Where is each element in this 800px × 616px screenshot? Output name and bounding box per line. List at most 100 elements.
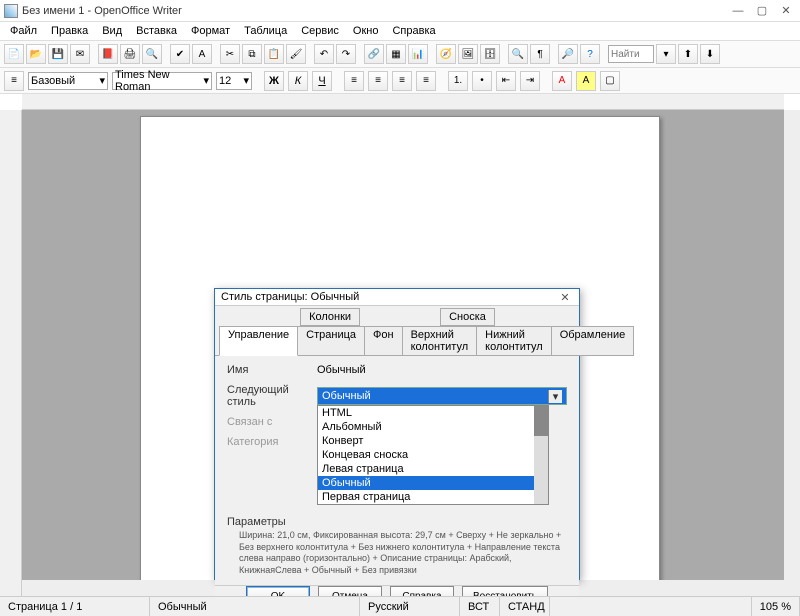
underline-button[interactable]: Ч — [312, 71, 332, 91]
paste-button[interactable]: 📋 — [264, 44, 284, 64]
datasource-button[interactable]: 🗄 — [480, 44, 500, 64]
dialog-body: Имя Обычный Следующий стиль Обычный ▾ HT… — [215, 355, 579, 585]
link-button[interactable]: 🔗 — [364, 44, 384, 64]
copy-button[interactable]: ⧉ — [242, 44, 262, 64]
spellcheck-button[interactable]: ✔ — [170, 44, 190, 64]
email-button[interactable]: ✉ — [70, 44, 90, 64]
cut-button[interactable]: ✂ — [220, 44, 240, 64]
status-language[interactable]: Русский — [360, 597, 460, 616]
dialog-titlebar[interactable]: Стиль страницы: Обычный ✕ — [215, 289, 579, 306]
linked-with-label: Связан с — [227, 416, 317, 428]
option-landscape[interactable]: Альбомный — [318, 420, 548, 434]
dialog-buttons: OK Отмена Справка Восстановить — [215, 585, 579, 596]
search-input[interactable] — [608, 45, 654, 63]
gallery-button[interactable]: 🖼 — [458, 44, 478, 64]
print-button[interactable]: 🖨 — [120, 44, 140, 64]
menu-help[interactable]: Справка — [386, 24, 441, 38]
highlight-button[interactable]: A — [576, 71, 596, 91]
page-style-dialog: Стиль страницы: Обычный ✕ Колонки Сноска… — [214, 288, 580, 580]
chart-button[interactable]: 📊 — [408, 44, 428, 64]
cancel-button[interactable]: Отмена — [318, 586, 382, 596]
paragraph-style-combo[interactable]: Базовый▾ — [28, 72, 108, 90]
table-button[interactable]: ▦ — [386, 44, 406, 64]
size-combo[interactable]: 12▾ — [216, 72, 252, 90]
tab-border[interactable]: Обрамление — [551, 326, 635, 356]
reset-button[interactable]: Восстановить — [462, 586, 548, 596]
status-insert[interactable]: ВСТ — [460, 597, 500, 616]
dropdown-scrollbar[interactable] — [534, 406, 548, 504]
preview-button[interactable]: 🔍 — [142, 44, 162, 64]
undo-button[interactable]: ↶ — [314, 44, 334, 64]
dialog-close-button[interactable]: ✕ — [557, 289, 573, 305]
styles-button[interactable]: ≡ — [4, 71, 24, 91]
option-left-page[interactable]: Левая страница — [318, 462, 548, 476]
vertical-scrollbar[interactable] — [784, 110, 800, 596]
autocheck-button[interactable]: A — [192, 44, 212, 64]
help-button[interactable]: ? — [580, 44, 600, 64]
decrease-indent-button[interactable]: ⇤ — [496, 71, 516, 91]
maximize-button[interactable]: ▢ — [756, 5, 768, 17]
search-go-button[interactable]: ▾ — [656, 44, 676, 64]
ok-button[interactable]: OK — [246, 586, 310, 596]
workarea: Good-Surf.ru Стиль страницы: Обычный ✕ К… — [0, 110, 800, 596]
name-value: Обычный — [317, 364, 567, 376]
open-button[interactable]: 📂 — [26, 44, 46, 64]
nonprint-button[interactable]: ¶ — [530, 44, 550, 64]
window-title: Без имени 1 - OpenOffice Writer — [22, 5, 732, 17]
search-down-button[interactable]: ⬇ — [700, 44, 720, 64]
font-color-button[interactable]: A — [552, 71, 572, 91]
numbered-list-button[interactable]: 1. — [448, 71, 468, 91]
minimize-button[interactable]: — — [732, 5, 744, 17]
status-mode[interactable]: СТАНД — [500, 597, 550, 616]
menu-format[interactable]: Формат — [185, 24, 236, 38]
option-default[interactable]: Обычный — [318, 476, 548, 490]
new-button[interactable]: 📄 — [4, 44, 24, 64]
chevron-down-icon: ▾ — [548, 390, 562, 403]
align-justify-button[interactable]: ≡ — [416, 71, 436, 91]
redo-button[interactable]: ↷ — [336, 44, 356, 64]
status-style[interactable]: Обычный — [150, 597, 360, 616]
dialog-title: Стиль страницы: Обычный — [221, 291, 557, 303]
option-html[interactable]: HTML — [318, 406, 548, 420]
font-combo[interactable]: Times New Roman▾ — [112, 72, 212, 90]
option-envelope[interactable]: Конверт — [318, 434, 548, 448]
navigator-button[interactable]: 🧭 — [436, 44, 456, 64]
bold-button[interactable]: Ж — [264, 71, 284, 91]
bulleted-list-button[interactable]: • — [472, 71, 492, 91]
toolbar-formatting: ≡ Базовый▾ Times New Roman▾ 12▾ Ж К Ч ≡ … — [0, 68, 800, 94]
menu-window[interactable]: Окно — [347, 24, 385, 38]
tab-page[interactable]: Страница — [297, 326, 365, 356]
menu-tools[interactable]: Сервис — [295, 24, 345, 38]
find-button[interactable]: 🔍 — [508, 44, 528, 64]
align-left-button[interactable]: ≡ — [344, 71, 364, 91]
status-zoom[interactable]: 105 % — [752, 597, 800, 616]
close-button[interactable]: ✕ — [780, 5, 792, 17]
search-up-button[interactable]: ⬆ — [678, 44, 698, 64]
tab-columns[interactable]: Колонки — [300, 308, 360, 326]
tab-organizer[interactable]: Управление — [219, 326, 298, 356]
help-button[interactable]: Справка — [390, 586, 454, 596]
next-style-combo[interactable]: Обычный ▾ — [317, 387, 567, 405]
option-endnote[interactable]: Концевая сноска — [318, 448, 548, 462]
vertical-ruler[interactable] — [0, 110, 22, 596]
save-button[interactable]: 💾 — [48, 44, 68, 64]
menu-insert[interactable]: Вставка — [130, 24, 183, 38]
italic-button[interactable]: К — [288, 71, 308, 91]
background-color-button[interactable]: ▢ — [600, 71, 620, 91]
menu-edit[interactable]: Правка — [45, 24, 94, 38]
align-center-button[interactable]: ≡ — [368, 71, 388, 91]
menu-file[interactable]: Файл — [4, 24, 43, 38]
zoom-button[interactable]: 🔎 — [558, 44, 578, 64]
option-first-page[interactable]: Первая страница — [318, 490, 548, 504]
menu-table[interactable]: Таблица — [238, 24, 293, 38]
horizontal-ruler[interactable] — [22, 94, 784, 110]
tab-header[interactable]: Верхний колонтитул — [402, 326, 478, 356]
tab-footnote[interactable]: Сноска — [440, 308, 495, 326]
menu-view[interactable]: Вид — [96, 24, 128, 38]
tab-background[interactable]: Фон — [364, 326, 403, 356]
align-right-button[interactable]: ≡ — [392, 71, 412, 91]
format-paint-button[interactable]: 🖌 — [286, 44, 306, 64]
increase-indent-button[interactable]: ⇥ — [520, 71, 540, 91]
pdf-button[interactable]: 📕 — [98, 44, 118, 64]
tab-footer[interactable]: Нижний колонтитул — [476, 326, 552, 356]
